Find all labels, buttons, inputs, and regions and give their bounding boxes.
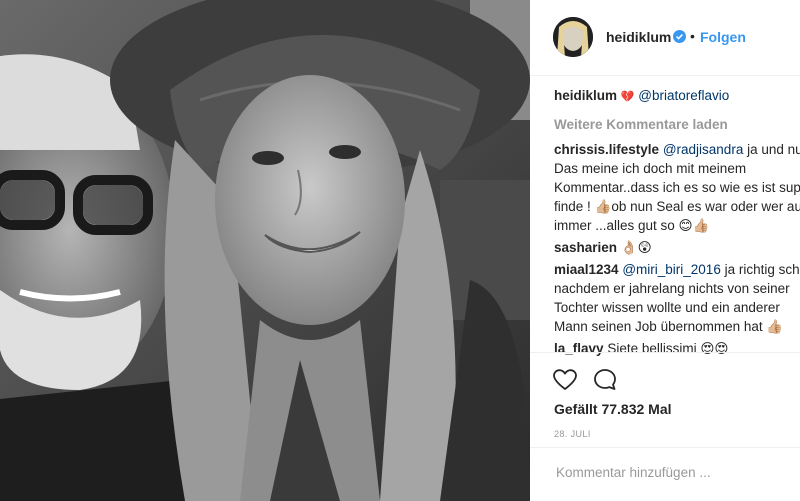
caption: heidiklum 💔 @briatoreflavio (554, 86, 800, 106)
post-photo[interactable] (0, 0, 530, 501)
caption-username[interactable]: heidiklum (554, 88, 617, 103)
comment-username[interactable]: miaal1234 (554, 262, 619, 277)
likes-count[interactable]: Gefällt 77.832 Mal (554, 401, 672, 417)
avatar-image (553, 17, 593, 57)
comment-item: chrissis.lifestyle @radjisandra ja und n… (554, 140, 800, 235)
comment-item: miaal1234 @miri_biri_2016 ja richtig sch… (554, 260, 800, 336)
post-date[interactable]: 28. JULI (554, 429, 591, 439)
comment-text: Das meine ich doch mit meinem (554, 161, 747, 176)
comment-text: finde ! 👍🏼ob nun Seal es war oder wer au (554, 199, 800, 214)
follow-button[interactable]: Folgen (700, 29, 746, 45)
add-comment-bar (530, 447, 800, 501)
caption-emoji: 💔 (620, 90, 635, 103)
comment-username[interactable]: sasharien (554, 240, 617, 255)
comment-username[interactable]: chrissis.lifestyle (554, 142, 659, 157)
comment-text: 👌🏼😲 (620, 240, 652, 255)
comment-text: immer ...alles gut so 😊👍🏼 (554, 218, 710, 233)
comment-text: Tochter wissen wollte und ein anderer (554, 300, 780, 315)
comment-item: sasharien 👌🏼😲 (554, 238, 800, 257)
comment-text: ja und nu (743, 142, 800, 157)
comment-text: nachdem er jahrelang nichts von seiner (554, 281, 790, 296)
comment-input[interactable] (554, 464, 798, 481)
comment-mention[interactable]: @radjisandra (663, 142, 744, 157)
comments-list: heidiklum 💔 @briatoreflavio Weitere Komm… (554, 86, 800, 361)
comment-mention[interactable]: @miri_biri_2016 (622, 262, 721, 277)
post-sidebar: heidiklum • Folgen heidiklum 💔 @briatore… (530, 0, 800, 501)
separator-dot: • (690, 28, 695, 44)
comment-text: Siete bellissimi 😍😍 (607, 341, 729, 356)
action-bar (530, 352, 800, 390)
caption-mention[interactable]: @briatoreflavio (638, 88, 729, 103)
verified-icon (673, 30, 686, 43)
header-username[interactable]: heidiklum (606, 29, 671, 45)
comment-text: Kommentar..dass ich es so wie es ist sup (554, 180, 800, 195)
load-more-comments-button[interactable]: Weitere Kommentare laden (554, 115, 800, 134)
heart-icon[interactable] (552, 367, 578, 393)
comment-username[interactable]: la_flavy (554, 341, 604, 356)
photo-illustration (0, 0, 530, 501)
avatar[interactable] (553, 17, 593, 57)
comment-text: Mann seinen Job übernommen hat 👍🏼 (554, 319, 784, 334)
comment-icon[interactable] (592, 367, 618, 393)
comment-text: ja richtig sch (720, 262, 800, 277)
comment-item: la_flavy Siete bellissimi 😍😍 (554, 339, 800, 358)
post-header: heidiklum • Folgen (530, 0, 800, 76)
